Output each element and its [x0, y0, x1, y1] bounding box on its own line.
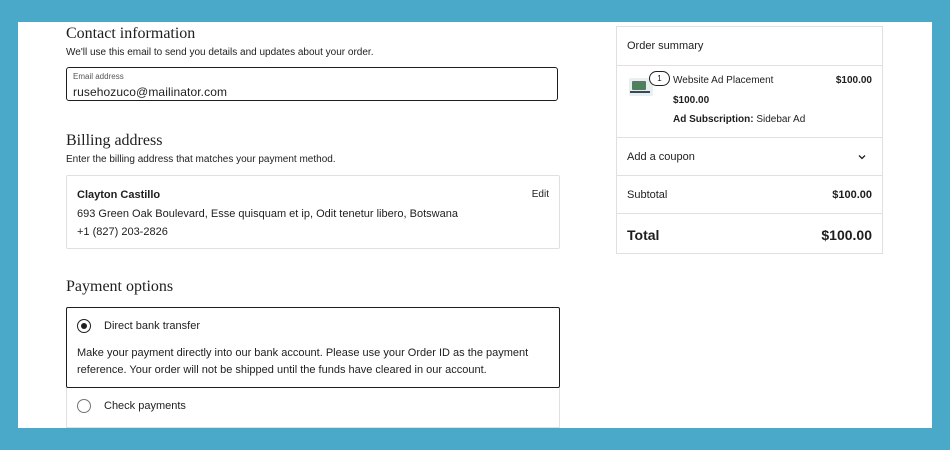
billing-address-card: Clayton Castillo Edit 693 Green Oak Boul…	[66, 175, 560, 249]
order-summary: Order summary 1 Website Ad Placement $10…	[616, 26, 883, 254]
billing-phone: +1 (827) 203-2826	[77, 226, 168, 238]
email-field[interactable]: Email address rusehozuco@mailinator.com	[66, 67, 558, 101]
payment-option-description: Make your payment directly into our bank…	[77, 347, 529, 376]
payment-option-bank-transfer[interactable]: Direct bank transfer Make your payment d…	[66, 307, 560, 388]
email-label: Email address	[73, 72, 124, 81]
item-line-total: $100.00	[835, 75, 872, 86]
divider	[617, 175, 882, 176]
quantity-badge: 1	[649, 71, 670, 86]
contact-heading: Contact information	[66, 25, 196, 42]
radio-bank-transfer[interactable]	[77, 319, 91, 333]
payment-heading: Payment options	[66, 278, 174, 295]
item-price: $100.00	[673, 95, 710, 106]
divider	[617, 213, 882, 214]
subtotal-value: $100.00	[832, 189, 872, 201]
item-meta-key: Ad Subscription:	[673, 114, 754, 125]
billing-subtitle: Enter the billing address that matches y…	[66, 154, 336, 165]
payment-option-check[interactable]: Check payments	[66, 388, 560, 428]
item-name: Website Ad Placement	[673, 75, 774, 86]
contact-subtitle: We'll use this email to send you details…	[66, 47, 374, 58]
item-meta: Ad Subscription: Sidebar Ad	[673, 114, 805, 125]
payment-option-label: Direct bank transfer	[104, 320, 200, 332]
add-coupon-toggle[interactable]: Add a coupon	[627, 151, 695, 163]
checkout-page: Contact information We'll use this email…	[18, 22, 932, 428]
divider	[617, 137, 882, 138]
total-value: $100.00	[821, 227, 872, 243]
billing-heading: Billing address	[66, 132, 163, 149]
billing-name: Clayton Castillo	[77, 189, 161, 201]
edit-address-button[interactable]: Edit	[532, 189, 549, 200]
total-label: Total	[627, 227, 660, 243]
order-summary-title: Order summary	[627, 40, 704, 52]
email-value[interactable]: rusehozuco@mailinator.com	[73, 85, 227, 99]
billing-address-line: 693 Green Oak Boulevard, Esse quisquam e…	[77, 208, 458, 220]
chevron-down-icon[interactable]	[856, 151, 868, 163]
subtotal-label: Subtotal	[627, 189, 668, 201]
payment-option-label: Check payments	[104, 400, 186, 412]
radio-check-payments[interactable]	[77, 399, 91, 413]
item-meta-value: Sidebar Ad	[753, 114, 806, 125]
divider	[617, 65, 882, 66]
